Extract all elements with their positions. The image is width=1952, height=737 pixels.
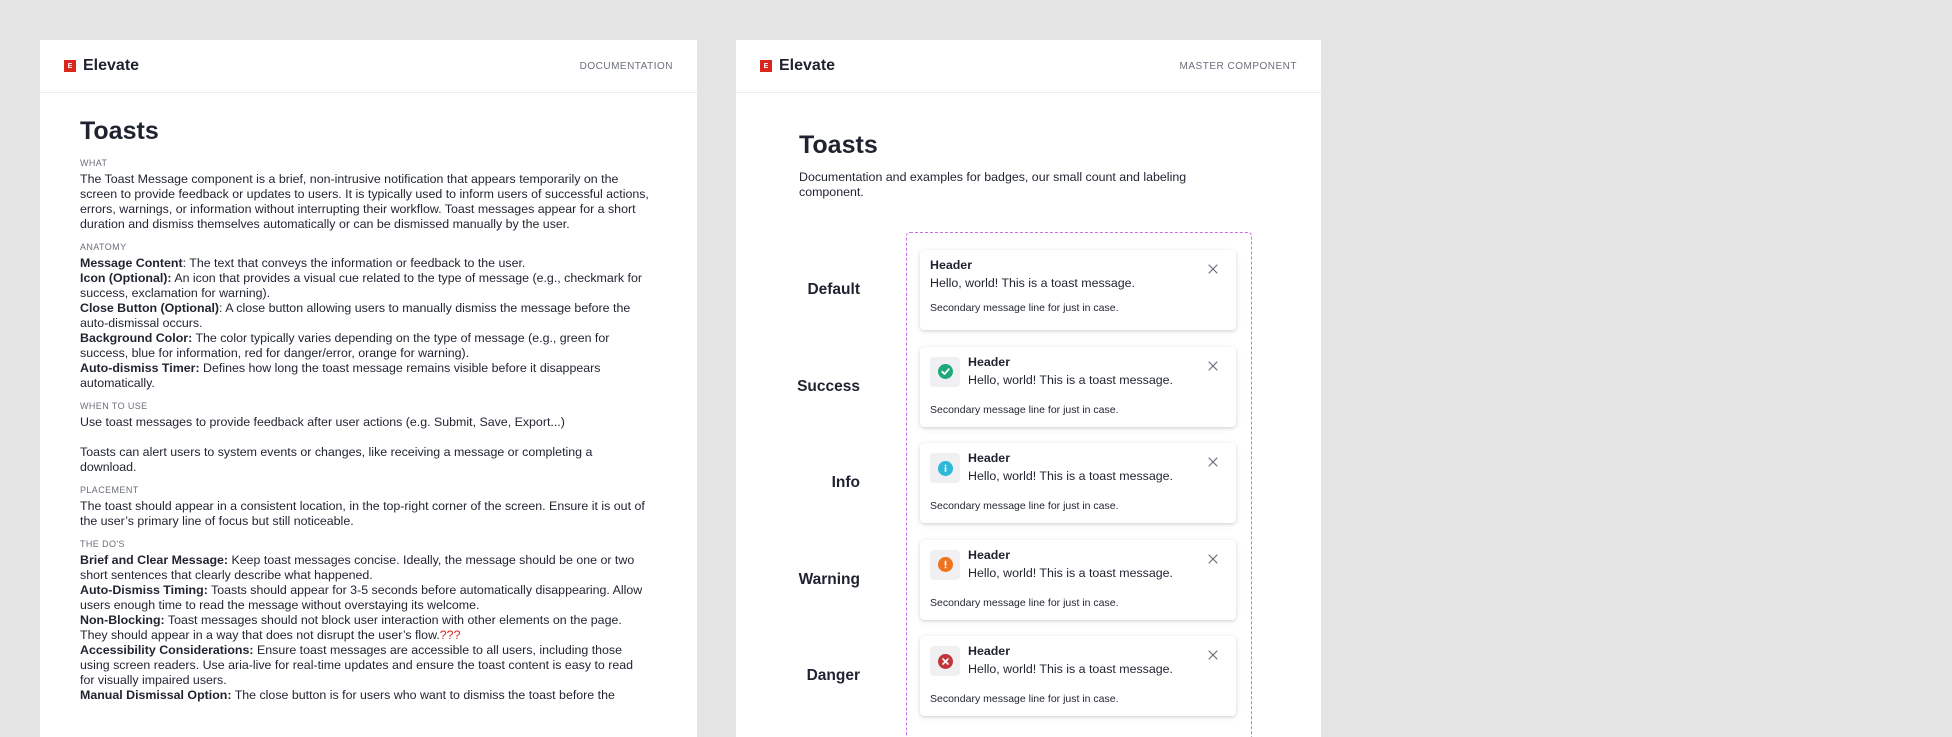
toast-info: Header Hello, world! This is a toast mess… bbox=[920, 443, 1236, 523]
toast-warning: Header Hello, world! This is a toast mess… bbox=[920, 539, 1236, 620]
when-text: Use toast messages to provide feedback a… bbox=[80, 415, 565, 429]
section-label: WHEN TO USE bbox=[80, 401, 148, 411]
toast-message: Hello, world! This is a toast message. bbox=[968, 372, 1173, 387]
brand: E Elevate bbox=[64, 57, 139, 75]
dos-item: Accessibility Considerations: Ensure toa… bbox=[80, 643, 650, 688]
doc-header-tag: DOCUMENTATION bbox=[579, 60, 673, 72]
master-title: Toasts bbox=[799, 131, 878, 159]
toast-header: Header bbox=[968, 547, 1011, 562]
icon-tile bbox=[930, 646, 960, 676]
when-text: Toasts can alert users to system events … bbox=[80, 445, 593, 474]
anatomy-term: Icon (Optional): bbox=[80, 271, 172, 285]
brand: E Elevate bbox=[760, 57, 835, 75]
master-body: Toasts Documentation and examples for ba… bbox=[736, 93, 1321, 200]
toast-default: Header Hello, world! This is a toast mess… bbox=[920, 250, 1236, 330]
dos-term: Auto-Dismiss Timing: bbox=[80, 583, 208, 597]
section-placement: PLACEMENT The toast should appear in a c… bbox=[80, 485, 650, 529]
flag-note: ??? bbox=[439, 628, 461, 642]
toast-secondary: Secondary message line for just in case. bbox=[930, 403, 1119, 416]
anatomy-term: Auto-dismiss Timer: bbox=[80, 361, 200, 375]
icon-tile bbox=[930, 453, 960, 483]
anatomy-term: Background Color: bbox=[80, 331, 193, 345]
toast-header: Header bbox=[968, 354, 1011, 369]
section-label: THE DO'S bbox=[80, 539, 125, 549]
close-icon[interactable] bbox=[1206, 262, 1220, 276]
check-circle-icon bbox=[937, 364, 953, 379]
dos-term: Accessibility Considerations: bbox=[80, 643, 254, 657]
elevate-logo-icon: E bbox=[760, 60, 772, 72]
toast-variant-label: Danger bbox=[806, 667, 860, 684]
toast-secondary: Secondary message line for just in case. bbox=[930, 500, 1119, 512]
dos-term: Manual Dismissal Option: bbox=[80, 688, 232, 702]
master-component-card: E Elevate MASTER COMPONENT Toasts Docume… bbox=[736, 40, 1321, 737]
anatomy-item: Message Content: The text that conveys t… bbox=[80, 256, 526, 270]
icon-tile bbox=[930, 549, 960, 580]
master-header-tag: MASTER COMPONENT bbox=[1179, 60, 1297, 72]
anatomy-term: Close Button (Optional) bbox=[80, 301, 220, 315]
anatomy-desc: The text that conveys the information or… bbox=[189, 256, 526, 270]
section-label: ANATOMY bbox=[80, 242, 127, 252]
anatomy-item: Auto-dismiss Timer: Defines how long the… bbox=[80, 361, 650, 391]
close-icon[interactable] bbox=[1206, 455, 1220, 469]
toast-header: Header bbox=[930, 258, 973, 272]
brand-name: Elevate bbox=[779, 57, 836, 74]
doc-body: Toasts WHAT The Toast Message component … bbox=[40, 93, 690, 703]
anatomy-item: Background Color: The color typically va… bbox=[80, 331, 650, 361]
exclamation-circle-icon bbox=[937, 557, 953, 572]
toast-secondary: Secondary message line for just in case. bbox=[930, 596, 1119, 609]
anatomy-list: Message Content: The text that conveys t… bbox=[80, 256, 650, 391]
placement-text: The toast should appear in a consistent … bbox=[80, 499, 645, 528]
elevate-logo-icon: E bbox=[64, 60, 76, 72]
toast-message: Hello, world! This is a toast message. bbox=[968, 469, 1173, 483]
dos-item: Brief and Clear Message: Keep toast mess… bbox=[80, 553, 650, 583]
dos-desc: The close button is for users who want t… bbox=[234, 688, 615, 702]
toast-header: Header bbox=[968, 451, 1011, 465]
section-anatomy: ANATOMY Message Content: The text that c… bbox=[80, 242, 650, 391]
info-circle-icon bbox=[937, 460, 953, 476]
section-what: WHAT The Toast Message component is a br… bbox=[80, 158, 650, 232]
anatomy-item: Icon (Optional): An icon that provides a… bbox=[80, 271, 650, 301]
close-icon[interactable] bbox=[1206, 648, 1220, 662]
anatomy-term: Message Content bbox=[80, 256, 183, 270]
close-icon[interactable] bbox=[1206, 359, 1220, 373]
close-icon[interactable] bbox=[1206, 552, 1220, 566]
dos-term: Brief and Clear Message: bbox=[80, 553, 229, 567]
master-card-header: E Elevate MASTER COMPONENT bbox=[736, 40, 1321, 93]
section-label: PLACEMENT bbox=[80, 485, 139, 495]
section-dos: THE DO'S Brief and Clear Message: Keep t… bbox=[80, 539, 650, 703]
section-when-to-use: WHEN TO USE Use toast messages to provid… bbox=[80, 401, 650, 475]
toast-success: Header Hello, world! This is a toast mess… bbox=[920, 346, 1236, 427]
dos-list: Brief and Clear Message: Keep toast mess… bbox=[80, 553, 650, 703]
toast-header: Header bbox=[968, 644, 1011, 658]
dos-item: Manual Dismissal Option: The close butto… bbox=[80, 688, 650, 703]
toast-message: Hello, world! This is a toast message. bbox=[930, 276, 1135, 290]
toast-variant-label: Success bbox=[797, 377, 860, 395]
icon-tile bbox=[930, 356, 960, 387]
master-description: Documentation and examples for badges, o… bbox=[799, 170, 1187, 199]
toast-variant-label: Info bbox=[831, 474, 860, 491]
dos-item: Non-Blocking: Toast messages should not … bbox=[80, 613, 650, 643]
documentation-card: E Elevate DOCUMENTATION Toasts WHAT The … bbox=[40, 40, 697, 737]
x-circle-icon bbox=[937, 653, 953, 669]
toast-secondary: Secondary message line for just in case. bbox=[930, 693, 1119, 705]
doc-card-header: E Elevate DOCUMENTATION bbox=[40, 40, 697, 93]
toast-danger: Header Hello, world! This is a toast mess… bbox=[920, 636, 1236, 716]
toast-message: Hello, world! This is a toast message. bbox=[968, 662, 1173, 676]
brand-name: Elevate bbox=[83, 57, 140, 74]
page-title: Toasts bbox=[80, 117, 159, 145]
section-label: WHAT bbox=[80, 158, 108, 168]
what-text: The Toast Message component is a brief, … bbox=[80, 172, 649, 231]
anatomy-item: Close Button (Optional): A close button … bbox=[80, 301, 631, 330]
toast-variant-label: Warning bbox=[798, 570, 860, 588]
dos-item: Auto-Dismiss Timing: Toasts should appea… bbox=[80, 583, 650, 613]
toast-message: Hello, world! This is a toast message. bbox=[968, 565, 1173, 580]
dos-term: Non-Blocking: bbox=[80, 613, 165, 627]
toast-variant-label: Default bbox=[807, 281, 860, 298]
toast-secondary: Secondary message line for just in case. bbox=[930, 302, 1119, 314]
